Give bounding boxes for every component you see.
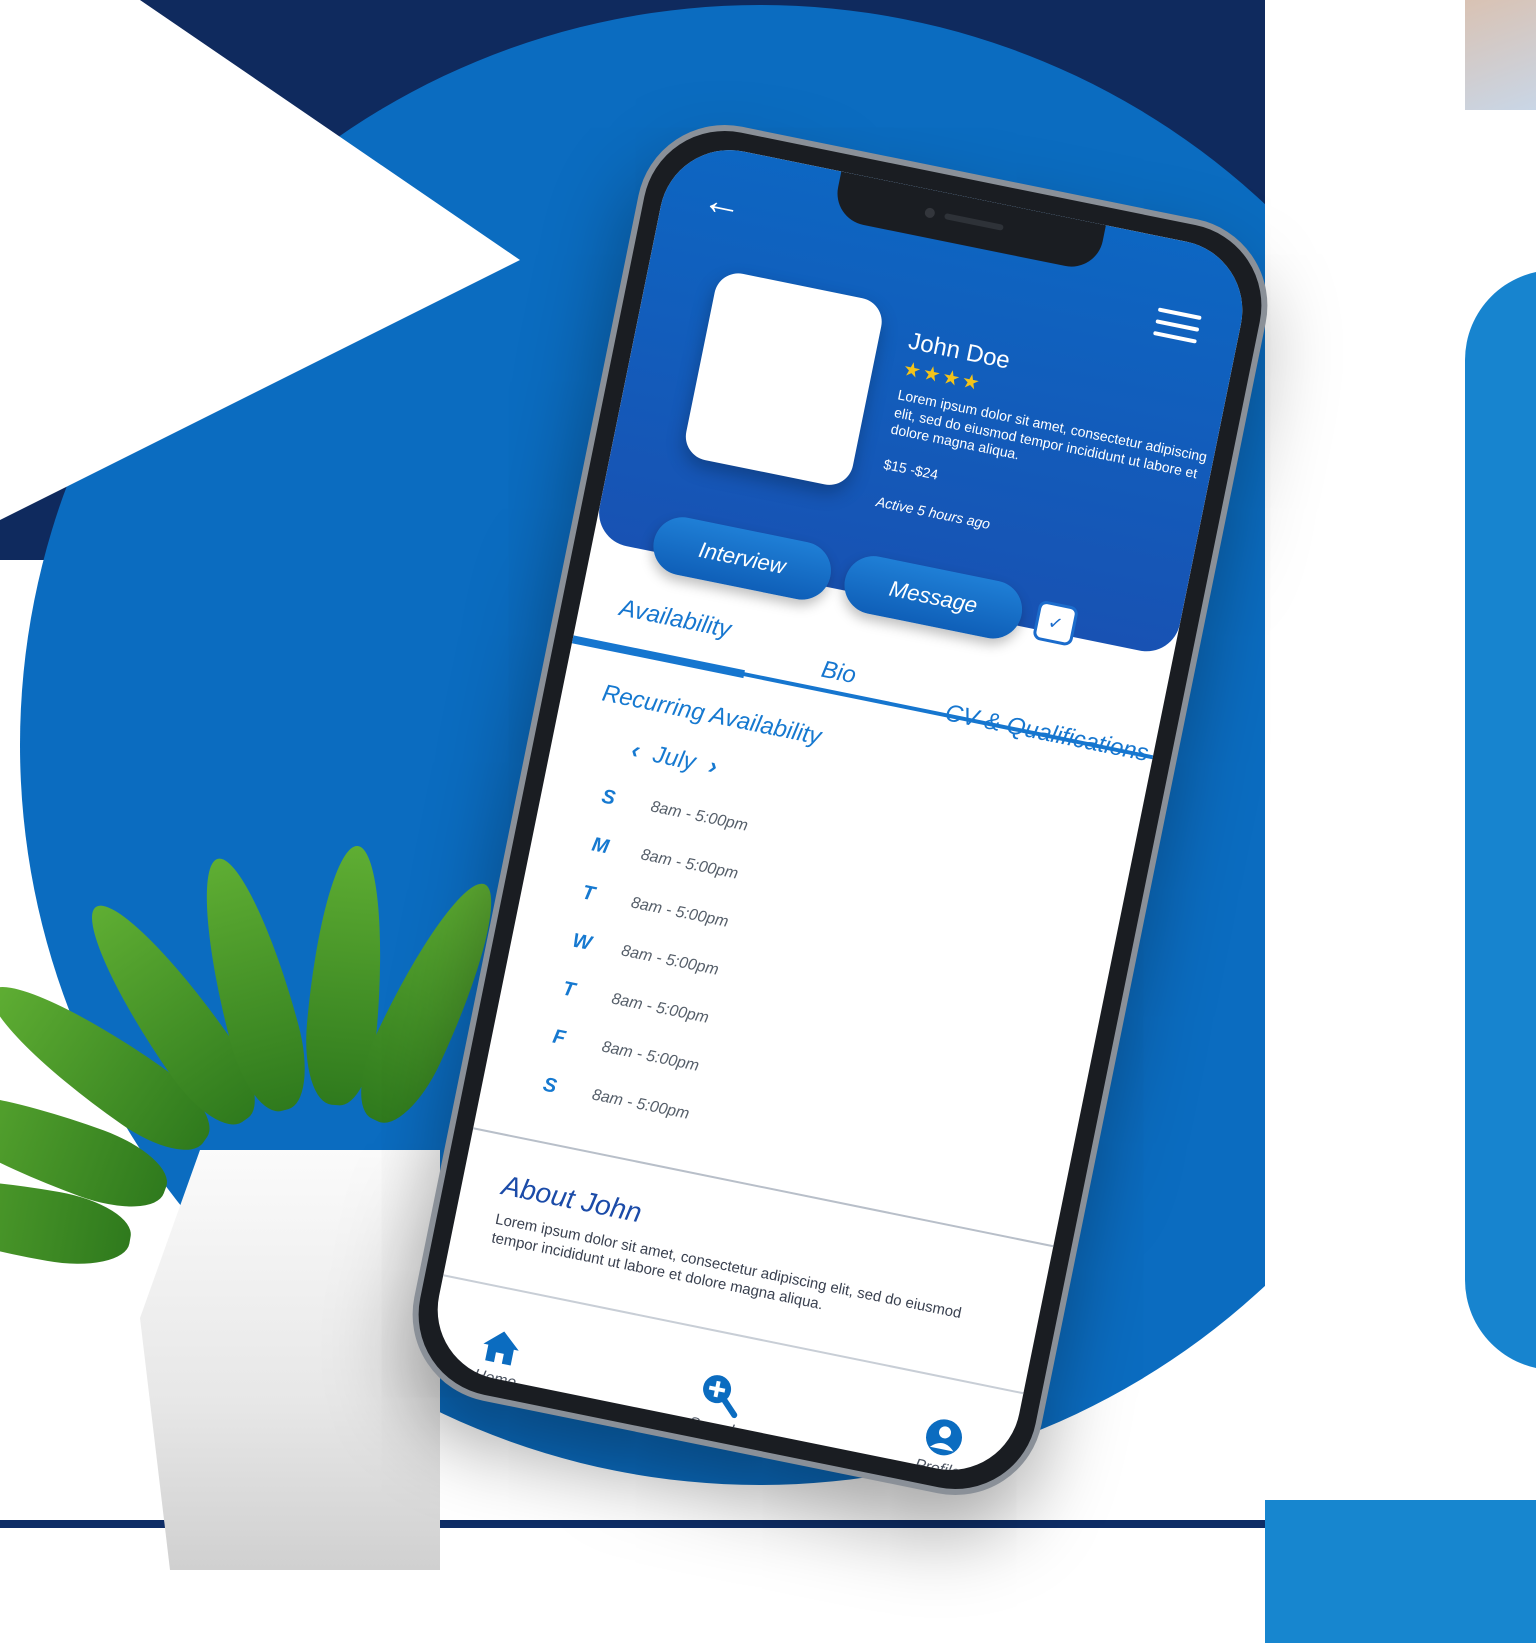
profile-info: John Doe ★★★★ Lorem ipsum dolor sit amet… — [874, 328, 1225, 573]
day-hours: 8am - 5:00pm — [600, 1037, 701, 1075]
day-hours: 8am - 5:00pm — [639, 845, 740, 883]
day-hours: 8am - 5:00pm — [610, 989, 711, 1027]
background-right-blue — [1465, 270, 1536, 1370]
promo-stage: ← John Doe ★★★★ Lorem ipsum dolor sit am… — [0, 0, 1536, 1643]
tab-bio[interactable]: Bio — [819, 656, 858, 690]
day-letter: F — [550, 1025, 568, 1050]
hamburger-menu-icon[interactable] — [1151, 307, 1202, 351]
day-letter: S — [599, 785, 618, 810]
day-letter: M — [589, 833, 611, 859]
back-arrow-icon[interactable]: ← — [699, 177, 747, 228]
plant-pot — [140, 1150, 440, 1570]
day-hours: 8am - 5:00pm — [629, 893, 730, 931]
nav-profile[interactable]: Profile — [913, 1413, 970, 1482]
day-hours: 8am - 5:00pm — [649, 797, 750, 835]
month-label: July — [650, 740, 698, 776]
day-hours: 8am - 5:00pm — [619, 941, 721, 979]
profile-icon — [925, 1419, 962, 1456]
day-letter: T — [560, 977, 578, 1002]
nav-home[interactable]: Home — [472, 1323, 526, 1392]
avatar — [681, 269, 887, 490]
chevron-down-icon[interactable]: ✓ — [1031, 599, 1080, 647]
background-photo — [1465, 0, 1536, 110]
chevron-right-icon[interactable]: › — [706, 752, 719, 781]
background-bottom-bar — [1265, 1500, 1536, 1643]
profile-active-status: Active 5 hours ago — [874, 493, 992, 532]
search-plus-icon — [703, 1375, 738, 1419]
tab-availability[interactable]: Availability — [617, 594, 733, 644]
background-right-panel — [1265, 0, 1536, 1643]
nav-profile-label: Profile — [913, 1456, 962, 1482]
home-icon — [483, 1331, 520, 1366]
speaker-grill — [943, 212, 1004, 231]
day-letter: W — [570, 929, 594, 955]
camera-icon — [923, 207, 936, 219]
day-hours: 8am - 5:00pm — [590, 1086, 691, 1123]
nav-home-label: Home — [472, 1366, 518, 1392]
chevron-left-icon[interactable]: ‹ — [629, 737, 642, 766]
availability-section: Recurring Availability ‹ July › S 8am - … — [521, 680, 1114, 1196]
day-letter: S — [541, 1073, 559, 1098]
day-letter: T — [580, 881, 597, 906]
nav-search[interactable]: Search — [687, 1367, 750, 1442]
